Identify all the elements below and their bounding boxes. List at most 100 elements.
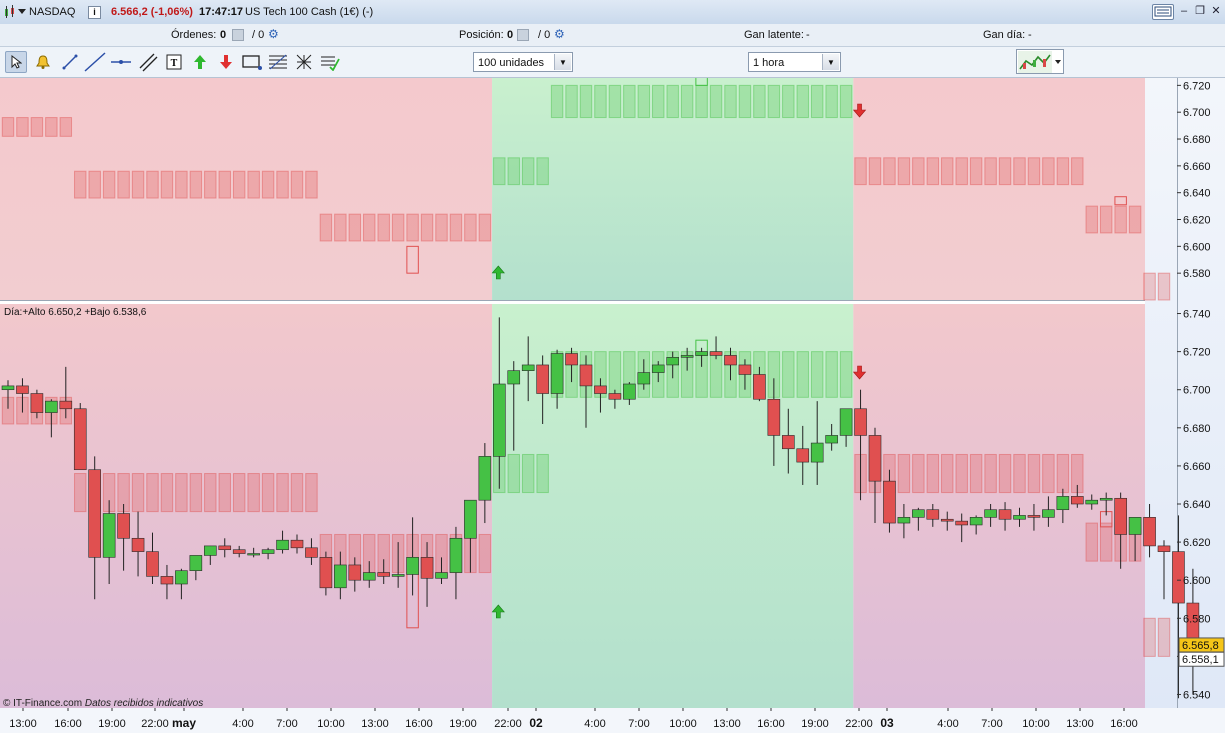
fibonacci-icon[interactable] [267,51,289,73]
top-level-4-block [767,84,781,119]
main-level-1-block [290,473,304,513]
top-level-6-block [1099,205,1113,234]
candle-body [189,555,203,571]
main-level-5-block [998,453,1012,494]
close-icon[interactable]: ✕ [1208,4,1224,18]
top-level-1-block [261,170,275,199]
candle-body [1143,517,1156,547]
candle-body [348,564,362,581]
top-level-3-block [536,157,549,186]
top-level-1-block [276,170,289,199]
title-bar: NASDAQ i 6.566,2 (-1,06%) 17:47:17 US Te… [0,0,1225,25]
indicator-icon[interactable] [319,51,341,73]
main-level-2-block [478,533,492,574]
x-tick-label: 16:00 [757,718,785,730]
candle-body [160,576,174,585]
main-y-tick-label: 6.660 [1183,461,1211,473]
candle-body [290,539,304,549]
rectangle-icon[interactable] [241,51,263,73]
x-tick-label: 4:00 [937,718,958,730]
top-level-1-block [74,170,87,199]
x-tick-label: 10:00 [317,718,345,730]
x-tick-label: 19:00 [801,718,829,730]
position-label: Posición: [459,29,504,41]
top-level-5-block [969,157,983,186]
top-level-0-block [59,117,73,137]
candle-body [30,393,44,413]
candle-body [550,353,564,394]
top-level-4-block [608,84,622,119]
x-tick-label: 13:00 [1066,718,1094,730]
top-level-4-block [753,84,766,119]
orders-label: Órdenes: [171,29,217,41]
chart-style-button[interactable] [1016,49,1064,74]
top-level-2-block [464,213,477,242]
sell-arrow-icon[interactable] [215,51,237,73]
top-level-4-block [637,84,651,119]
top-level-4-block [810,84,824,119]
price-change: 6.566,2 (-1,06%) [111,6,193,18]
main-level-5-block [912,453,925,494]
candle-body [131,537,145,552]
restore-icon[interactable]: ❐ [1192,4,1208,18]
drawing-toolbar: T 100 unidades ▼ 1 hora ▼ ▲ ▼ [0,47,1225,119]
main-level-5-block [1027,453,1041,494]
candle-body [464,499,477,539]
main-level-1-block [131,473,145,513]
chevron-down-icon[interactable]: ▼ [554,54,571,70]
orders-settings-icon[interactable]: ⚙ [268,27,279,41]
candle-body [204,545,217,556]
top-level-4-block [623,84,636,119]
candle-body [753,374,766,400]
price-chart[interactable]: 6.720 6.700 6.680 6.660 6.640 6.620 6.600 6.580… [0,78,1225,733]
text-icon[interactable]: T [163,51,185,73]
top-level-5-block [912,157,925,186]
main-level-6-block [1085,522,1098,562]
main-level-7-block [1143,617,1156,657]
horizontal-line-icon[interactable] [110,51,132,73]
top-y-tick-label: 6.700 [1183,107,1211,119]
line-icon[interactable] [84,51,106,73]
top-y-tick-label: 6.680 [1183,134,1211,146]
candle-body [608,393,622,400]
candle-body [362,572,376,581]
main-level-4-block [825,351,838,398]
minimize-icon[interactable]: – [1176,4,1192,18]
keyboard-icon[interactable] [1152,4,1174,20]
main-level-1-block [160,473,174,513]
top-level-4-block [666,84,679,119]
timeframe-select[interactable]: 1 hora ▼ [748,52,841,72]
candle-body [536,364,549,394]
cancel-orders-icon[interactable] [232,29,244,41]
grid-icon[interactable] [293,51,315,73]
top-level-0-block [1,117,15,137]
candle-body [868,435,882,482]
x-tick-label: 16:00 [1110,718,1138,730]
info-icon[interactable]: i [88,6,101,19]
top-level-5-block [984,157,997,186]
candle-body [1157,545,1171,552]
candle-body [102,513,116,558]
units-select[interactable]: 100 unidades ▼ [473,52,573,72]
buy-arrow-icon[interactable] [189,51,211,73]
segment-icon[interactable] [59,51,81,73]
top-level-5-block [1013,157,1026,186]
main-level-1-block [276,473,289,513]
pointer-icon[interactable] [5,51,27,73]
chevron-down-icon[interactable] [18,9,26,14]
main-level-5-block [984,453,997,494]
chevron-down-icon[interactable]: ▼ [822,54,839,70]
bell-icon[interactable] [32,51,54,73]
chart-type-icon[interactable] [3,5,17,19]
top-level-1-block [218,170,231,199]
position-settings-icon[interactable]: ⚙ [554,27,565,41]
second-price-tag: 6.558,1 [1182,654,1219,666]
cancel-position-icon[interactable] [517,29,529,41]
channel-icon[interactable] [137,51,159,73]
candle-body [305,547,318,558]
day-gain-label: Gan día: [983,29,1026,41]
top-level-0-block [45,117,58,137]
chevron-down-icon[interactable] [1055,60,1061,64]
candle-body [16,385,29,394]
candle-body [45,400,58,413]
